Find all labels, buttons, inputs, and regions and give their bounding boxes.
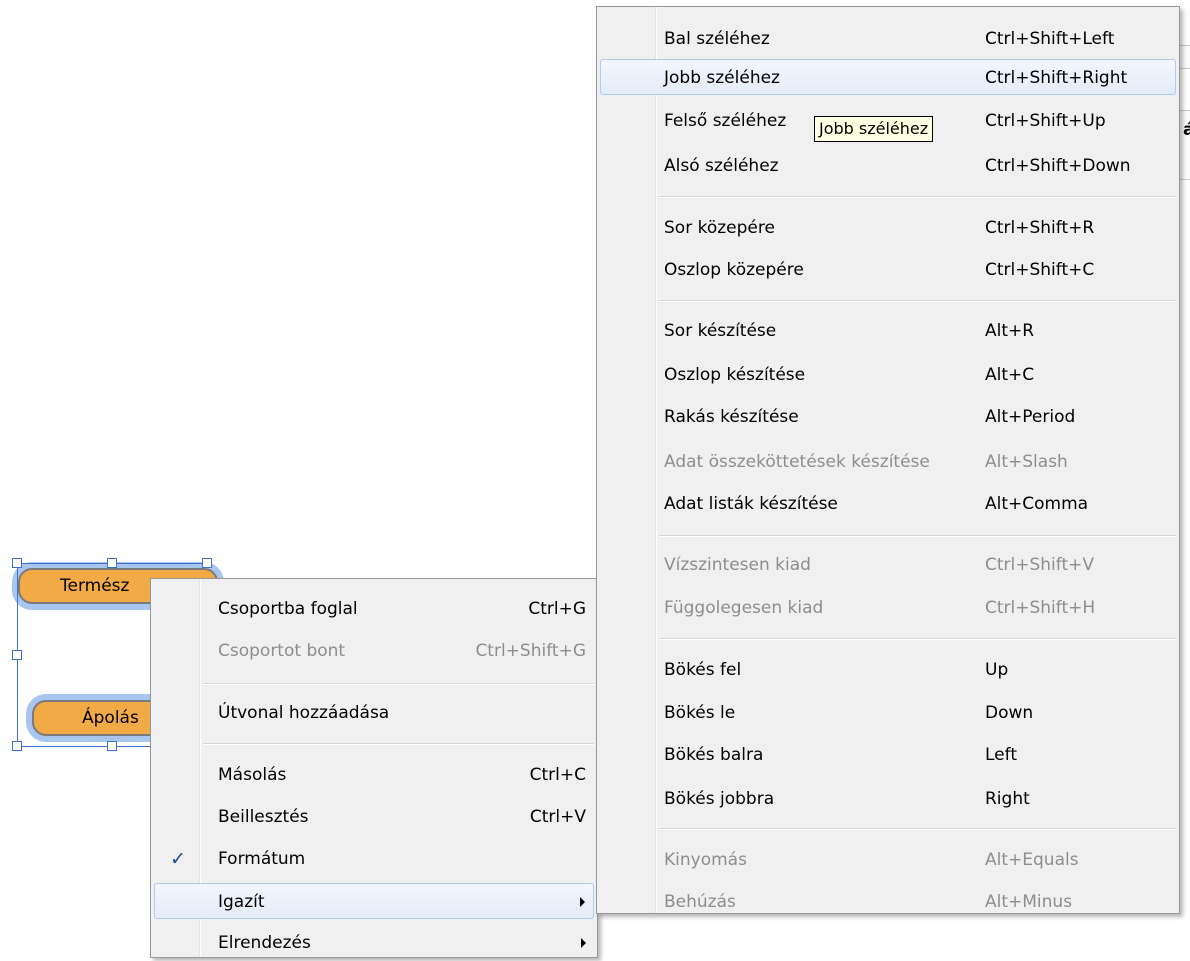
menu-item-shortcut: Ctrl+G [528,599,586,619]
menu-separator [659,828,1176,830]
submenu-item-bokes-jobbra[interactable]: Bökés jobbra Right [600,781,1176,817]
menu-separator [659,300,1176,302]
menu-separator [659,535,1176,537]
submenu-item-adat-listak[interactable]: Adat listák készítése Alt+Comma [600,486,1176,522]
selection-handle-top-center[interactable] [107,558,117,568]
menu-item-shortcut: Ctrl+Shift+H [985,598,1096,618]
submenu-item-sor-kozepere[interactable]: Sor közepére Ctrl+Shift+R [600,210,1176,246]
menu-item-label: Függolegesen kiad [664,598,824,618]
menu-item-label: Behúzás [664,892,736,912]
menu-item-shortcut: Up [985,660,1009,680]
submenu-arrow-icon [581,938,586,948]
menu-item-label: Beillesztés [218,807,309,827]
menu-item-label: Adat összeköttetések készítése [664,452,930,472]
menu-item-masolas[interactable]: Másolás Ctrl+C [154,757,594,793]
submenu-item-oszlop-kozepere[interactable]: Oszlop közepére Ctrl+Shift+C [600,252,1176,288]
menu-item-shortcut: Alt+Minus [985,892,1073,912]
menu-item-label: Csoportot bont [218,641,346,661]
submenu-item-vizszintesen-kiad[interactable]: Vízszintesen kiad Ctrl+Shift+V [600,547,1176,583]
submenu-item-jobb-szelehez[interactable]: Jobb széléhez Ctrl+Shift+Right [600,59,1176,95]
menu-item-utvonal-hozzaadasa[interactable]: Útvonal hozzáadása [154,695,594,731]
submenu-item-bokes-fel[interactable]: Bökés fel Up [600,652,1176,688]
submenu-item-rakas-keszitese[interactable]: Rakás készítése Alt+Period [600,399,1176,435]
menu-item-shortcut: Ctrl+Shift+Right [985,68,1128,88]
align-submenu: Bal széléhez Ctrl+Shift+Left Jobb széléh… [596,6,1180,914]
menu-item-label: Oszlop készítése [664,365,806,385]
menu-separator [203,683,594,685]
node-label: Termész [60,576,130,596]
menu-item-label: Kinyomás [664,850,747,870]
menu-item-igazit[interactable]: Igazít [154,883,594,919]
submenu-item-oszlop-keszitese[interactable]: Oszlop készítése Alt+C [600,357,1176,393]
menu-item-label: Bökés fel [664,660,742,680]
submenu-item-bokes-le[interactable]: Bökés le Down [600,695,1176,731]
menu-item-label: Bökés jobbra [664,789,775,809]
menu-item-label: Bökés balra [664,745,764,765]
menu-item-shortcut: Alt+R [985,321,1035,341]
submenu-arrow-icon [580,897,585,907]
menu-item-csoportot-bont[interactable]: Csoportot bont Ctrl+Shift+G [154,633,594,669]
menu-item-csoportba-foglal[interactable]: Csoportba foglal Ctrl+G [154,591,594,627]
submenu-item-bal-szelehez[interactable]: Bal széléhez Ctrl+Shift+Left [600,21,1176,57]
background-text-fragment: á [1183,120,1190,140]
menu-item-shortcut: Ctrl+Shift+G [475,641,586,661]
menu-item-shortcut: Alt+Equals [985,850,1079,870]
menu-item-shortcut: Ctrl+Shift+Left [985,29,1115,49]
menu-item-label: Sor készítése [664,321,777,341]
selection-handle-top-right[interactable] [202,558,212,568]
menu-separator [203,743,594,745]
selection-handle-middle-left[interactable] [12,650,22,660]
submenu-item-kinyomas[interactable]: Kinyomás Alt+Equals [600,842,1176,878]
menu-item-label: Rakás készítése [664,407,799,427]
menu-item-shortcut: Alt+Slash [985,452,1068,472]
menu-item-shortcut: Ctrl+C [529,765,586,785]
check-icon: ✓ [170,848,186,870]
menu-item-label: Csoportba foglal [218,599,358,619]
submenu-item-also-szelehez[interactable]: Alsó széléhez Ctrl+Shift+Down [600,148,1176,184]
selection-handle-top-left[interactable] [12,558,22,568]
submenu-item-fuggolegesen-kiad[interactable]: Függolegesen kiad Ctrl+Shift+H [600,590,1176,626]
menu-item-shortcut: Ctrl+Shift+C [985,260,1095,280]
menu-item-shortcut: Alt+Comma [985,494,1089,514]
menu-item-elrendezes[interactable]: Elrendezés [154,925,594,961]
menu-item-shortcut: Left [985,745,1017,765]
submenu-item-sor-keszitese[interactable]: Sor készítése Alt+R [600,313,1176,349]
menu-separator [659,196,1176,198]
tooltip: Jobb széléhez [814,116,934,142]
context-menu: Csoportba foglal Ctrl+G Csoportot bont C… [150,578,598,958]
menu-item-shortcut: Ctrl+V [529,807,586,827]
menu-item-shortcut: Ctrl+Shift+R [985,218,1095,238]
menu-item-label: Sor közepére [664,218,775,238]
menu-item-label: Jobb széléhez [664,68,780,88]
menu-item-label: Alsó széléhez [664,156,779,176]
menu-item-shortcut: Alt+C [985,365,1035,385]
menu-item-shortcut: Right [985,789,1030,809]
menu-item-label: Vízszintesen kiad [664,555,811,575]
menu-item-label: Útvonal hozzáadása [218,703,390,723]
submenu-item-bokes-balra[interactable]: Bökés balra Left [600,737,1176,773]
menu-item-label: Másolás [218,765,287,785]
menu-item-shortcut: Ctrl+Shift+V [985,555,1095,575]
menu-item-formatum[interactable]: ✓ Formátum [154,841,594,877]
menu-item-label: Formátum [218,849,306,869]
menu-separator [659,638,1176,640]
menu-item-shortcut: Down [985,703,1034,723]
menu-item-label: Felső széléhez [664,111,787,131]
menu-item-shortcut: Ctrl+Shift+Up [985,111,1106,131]
menu-item-label: Elrendezés [218,933,311,953]
submenu-item-behuzas[interactable]: Behúzás Alt+Minus [600,884,1176,920]
menu-item-beillesztes[interactable]: Beillesztés Ctrl+V [154,799,594,835]
menu-item-label: Bal széléhez [664,29,770,49]
menu-item-label: Adat listák készítése [664,494,838,514]
menu-item-label: Bökés le [664,703,736,723]
menu-item-shortcut: Ctrl+Shift+Down [985,156,1131,176]
node-label: Ápolás [82,708,139,728]
menu-item-shortcut: Alt+Period [985,407,1076,427]
menu-item-label: Oszlop közepére [664,260,804,280]
selection-handle-bottom-left[interactable] [12,741,22,751]
menu-item-label: Igazít [218,892,265,912]
submenu-item-adat-osszekottetesek[interactable]: Adat összeköttetések készítése Alt+Slash [600,444,1176,480]
selection-handle-bottom-center[interactable] [107,741,117,751]
